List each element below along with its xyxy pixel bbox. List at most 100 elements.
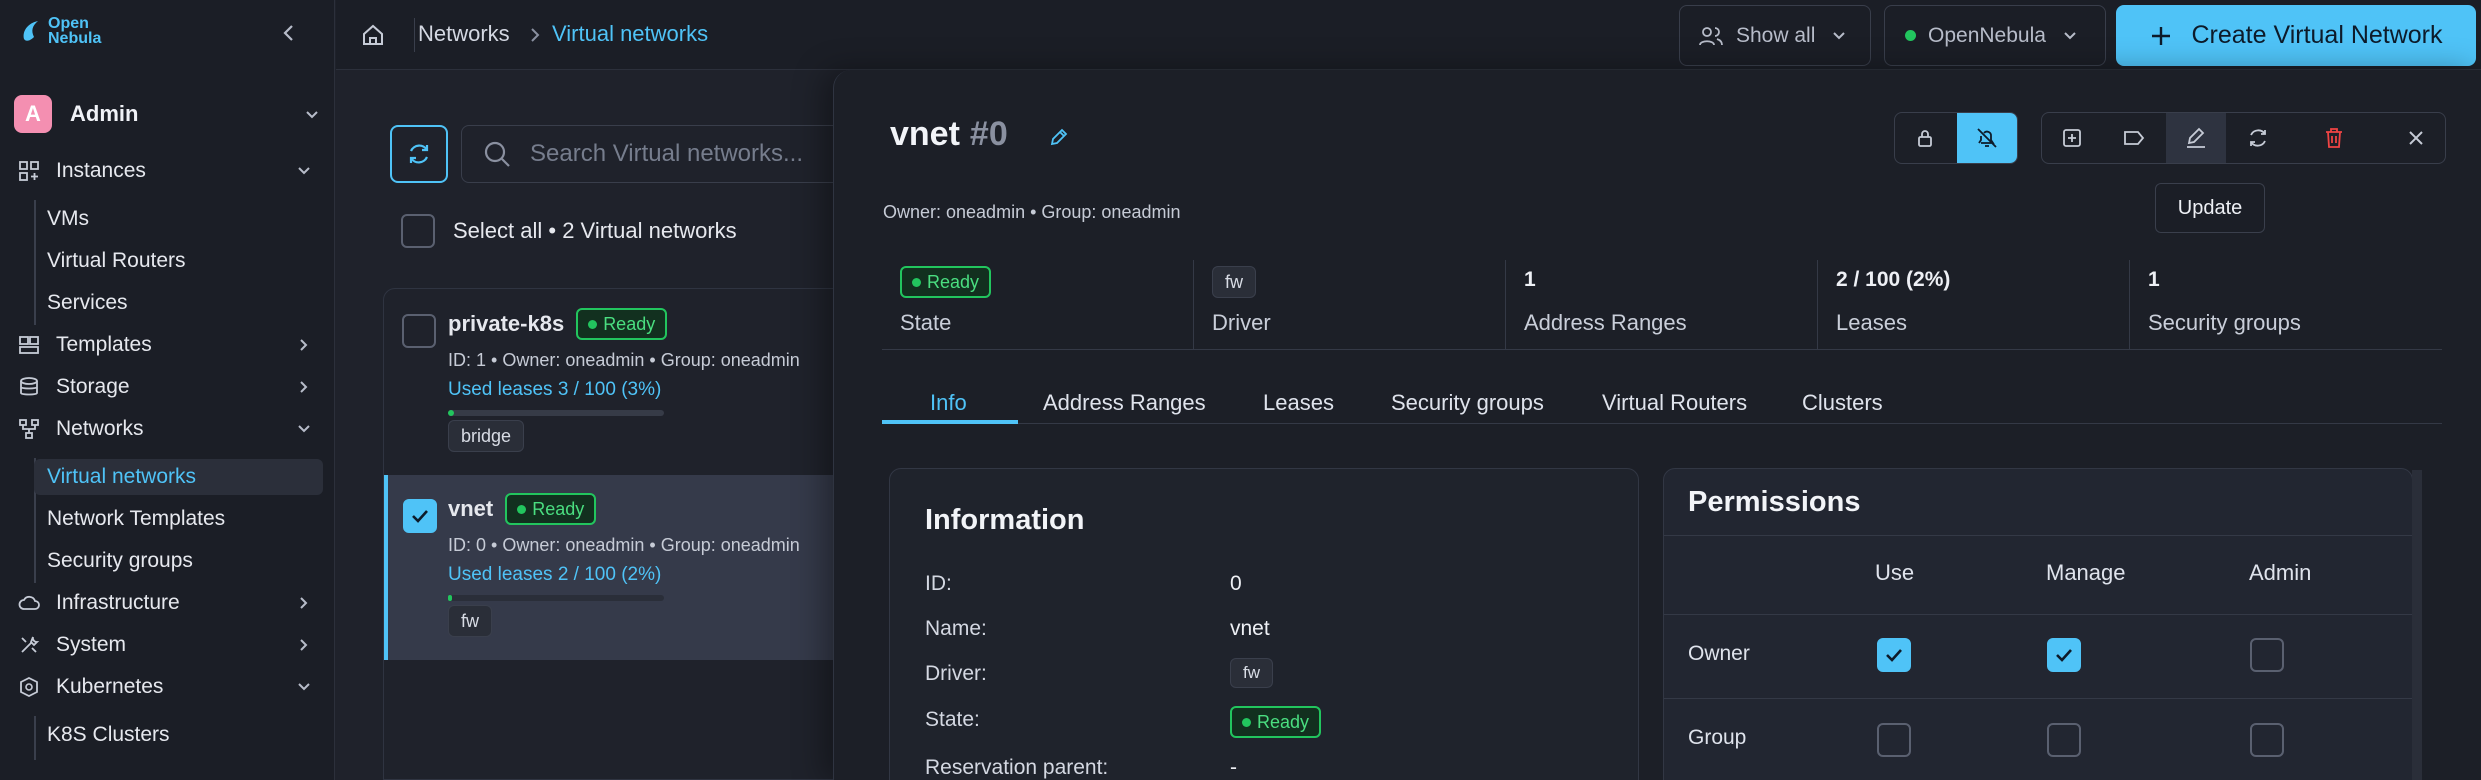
close-button[interactable]	[2386, 113, 2446, 163]
group-manage-checkbox[interactable]	[2047, 723, 2081, 757]
owner-admin-checkbox[interactable]	[2250, 638, 2284, 672]
cloud-icon	[18, 595, 40, 610]
sidebar-item-kubernetes[interactable]: Kubernetes	[18, 669, 318, 705]
sidebar-item-virtual-networks[interactable]: Virtual networks	[34, 459, 323, 495]
information-title: Information	[925, 504, 1085, 536]
sidebar-item-templates[interactable]: Templates	[18, 327, 318, 363]
breadcrumb-virtual-networks: Virtual networks	[552, 21, 709, 46]
update-button[interactable]	[2166, 113, 2226, 163]
delete-button[interactable]	[2304, 113, 2364, 163]
sidebar-item-virtual-routers[interactable]: Virtual Routers	[47, 243, 323, 279]
sidebar-item-instances[interactable]: Instances	[18, 153, 318, 189]
info-label-reservation-parent: Reservation parent:	[925, 756, 1109, 779]
avatar: A	[14, 95, 52, 133]
info-label-state: State:	[925, 708, 980, 731]
sidebar-item-infrastructure[interactable]: Infrastructure	[18, 585, 318, 621]
stat-state: Ready State	[882, 260, 1194, 350]
sidebar-item-storage[interactable]: Storage	[18, 369, 318, 405]
sidebar-item-networks[interactable]: Networks	[18, 411, 318, 447]
sidebar-item-services[interactable]: Services	[47, 285, 323, 321]
used-leases: Used leases 2 / 100 (2%)	[448, 564, 662, 585]
sidebar-item-network-templates[interactable]: Network Templates	[47, 501, 323, 537]
show-all-filter[interactable]: Show all	[1679, 5, 1871, 66]
tab-security-groups[interactable]: Security groups	[1391, 390, 1544, 416]
stat-value: fw	[1212, 266, 1256, 298]
submenu-divider	[34, 200, 36, 325]
info-label-id: ID:	[925, 572, 952, 595]
scrollbar-track[interactable]	[2412, 470, 2422, 780]
zone-selector[interactable]: OpenNebula	[1884, 5, 2106, 66]
info-value-state: Ready	[1230, 706, 1322, 738]
tabs-divider	[882, 423, 2442, 424]
detail-panel: vnet #0 Owner: oneadmin • Group: oneadmi…	[833, 70, 2481, 780]
sidebar-item-vms[interactable]: VMs	[47, 201, 323, 237]
refresh-detail-button[interactable]	[2228, 113, 2288, 163]
select-all-row[interactable]: Select all • 2 Virtual networks	[401, 214, 737, 248]
info-label-driver: Driver:	[925, 662, 987, 685]
select-all-checkbox[interactable]	[401, 214, 435, 248]
status-dot	[517, 504, 527, 514]
add-box-icon	[2063, 129, 2081, 147]
unlock-button[interactable]	[1957, 113, 2017, 163]
pencil-icon[interactable]	[1048, 126, 1070, 148]
stat-value: 1	[2148, 268, 2160, 291]
chevron-down-icon	[298, 167, 310, 175]
plus-icon	[2152, 26, 2171, 45]
refresh-icon	[409, 144, 429, 164]
zone-label: OpenNebula	[1928, 23, 2046, 47]
show-all-label: Show all	[1736, 23, 1816, 47]
chevron-right-icon	[300, 339, 308, 351]
stat-value: Ready	[927, 271, 980, 292]
network-name: private-k8s	[448, 311, 565, 336]
row-checkbox[interactable]	[402, 314, 436, 348]
leases-progress	[448, 410, 664, 416]
info-label-name: Name:	[925, 617, 987, 640]
sidebar-item-k8s-clusters[interactable]: K8S Clusters	[47, 717, 323, 753]
group-use-checkbox[interactable]	[1877, 723, 1911, 757]
tab-address-ranges[interactable]: Address Ranges	[1043, 390, 1206, 416]
sidebar-item-label: Virtual Routers	[47, 249, 186, 272]
search-input[interactable]: Search Virtual networks...	[461, 125, 881, 183]
status-badge: Ready	[900, 266, 992, 298]
tab-virtual-routers[interactable]: Virtual Routers	[1602, 390, 1747, 416]
breadcrumb-networks[interactable]: Networks	[418, 21, 510, 47]
home-icon[interactable]	[360, 22, 386, 48]
update-tooltip: Update	[2155, 183, 2265, 233]
tab-clusters[interactable]: Clusters	[1802, 390, 1883, 416]
list-item[interactable]: vnet Ready ID: 0 • Owner: oneadmin • Gro…	[384, 475, 834, 660]
status-text: Ready	[532, 498, 585, 519]
owner-use-checkbox[interactable]	[1877, 638, 1911, 672]
refresh-button[interactable]	[390, 125, 448, 183]
label-icon	[2124, 131, 2145, 145]
detail-id: #0	[969, 115, 1008, 153]
sidebar-item-label: Network Templates	[47, 507, 226, 530]
collapse-sidebar-button[interactable]	[276, 20, 302, 46]
tab-leases[interactable]: Leases	[1263, 390, 1334, 416]
list-item[interactable]: private-k8s Ready ID: 1 • Owner: oneadmi…	[384, 290, 834, 474]
sidebar-item-security-groups[interactable]: Security groups	[47, 543, 323, 579]
stat-label: Driver	[1212, 310, 1271, 335]
label-button[interactable]	[2104, 113, 2164, 163]
stat-label: Address Ranges	[1524, 310, 1687, 335]
user-menu[interactable]: A Admin	[14, 95, 324, 133]
tab-info[interactable]: Info	[930, 390, 967, 416]
network-icon	[19, 419, 39, 439]
add-button[interactable]	[2042, 113, 2102, 163]
owner-manage-checkbox[interactable]	[2047, 638, 2081, 672]
sidebar: Open Nebula A Admin Instances VMs Virtua…	[0, 0, 335, 780]
stat-driver: fw Driver	[1194, 260, 1506, 350]
opennebula-logo[interactable]: Open Nebula	[20, 16, 102, 47]
driver-tag: fw	[448, 605, 492, 637]
create-virtual-network-button[interactable]: Create Virtual Network	[2116, 5, 2476, 66]
leases-progress-fill	[448, 410, 455, 416]
sidebar-item-label: System	[56, 633, 127, 656]
sidebar-item-system[interactable]: System	[18, 627, 318, 663]
row-checkbox[interactable]	[403, 499, 437, 533]
detail-title: vnet	[890, 115, 960, 153]
divider	[1664, 698, 2412, 699]
sidebar-item-label: Kubernetes	[56, 675, 164, 698]
logo-text-line2: Nebula	[48, 30, 102, 47]
group-admin-checkbox[interactable]	[2250, 723, 2284, 757]
lock-button[interactable]	[1895, 113, 1955, 163]
status-dot	[588, 319, 598, 329]
